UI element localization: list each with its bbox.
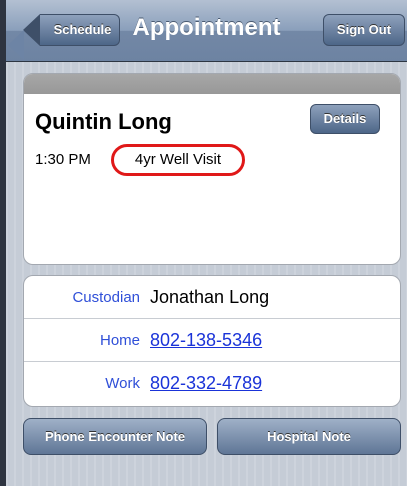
appointment-card: Quintin Long Details 1:30 PM 4yr Well Vi… [23, 73, 401, 265]
contact-row-home[interactable]: Home 802-138-5346 [24, 319, 400, 362]
hospital-note-button[interactable]: Hospital Note [217, 418, 401, 455]
appointment-time: 1:30 PM [35, 151, 91, 168]
patient-name: Quintin Long [35, 109, 172, 134]
home-label: Home [99, 332, 140, 349]
details-button[interactable]: Details [310, 104, 380, 134]
window-edge [0, 0, 6, 486]
appointment-screen: Schedule Appointment Sign Out Quintin Lo… [0, 0, 407, 486]
custodian-label: Custodian [72, 289, 140, 306]
phone-encounter-note-button[interactable]: Phone Encounter Note [23, 418, 207, 455]
contact-list: Custodian Jonathan Long Home 802-138-534… [23, 275, 401, 407]
navigation-bar: Schedule Appointment Sign Out [6, 0, 407, 62]
work-phone-link[interactable]: 802-332-4789 [150, 373, 262, 394]
contact-row-work[interactable]: Work 802-332-4789 [24, 362, 400, 405]
contact-row-custodian: Custodian Jonathan Long [24, 276, 400, 319]
work-label: Work [105, 375, 140, 392]
visit-type-highlighted: 4yr Well Visit [111, 144, 245, 176]
home-phone-link[interactable]: 802-138-5346 [150, 330, 262, 351]
custodian-name: Jonathan Long [150, 287, 270, 307]
sign-out-button[interactable]: Sign Out [323, 14, 405, 46]
card-header-bar [24, 74, 400, 94]
